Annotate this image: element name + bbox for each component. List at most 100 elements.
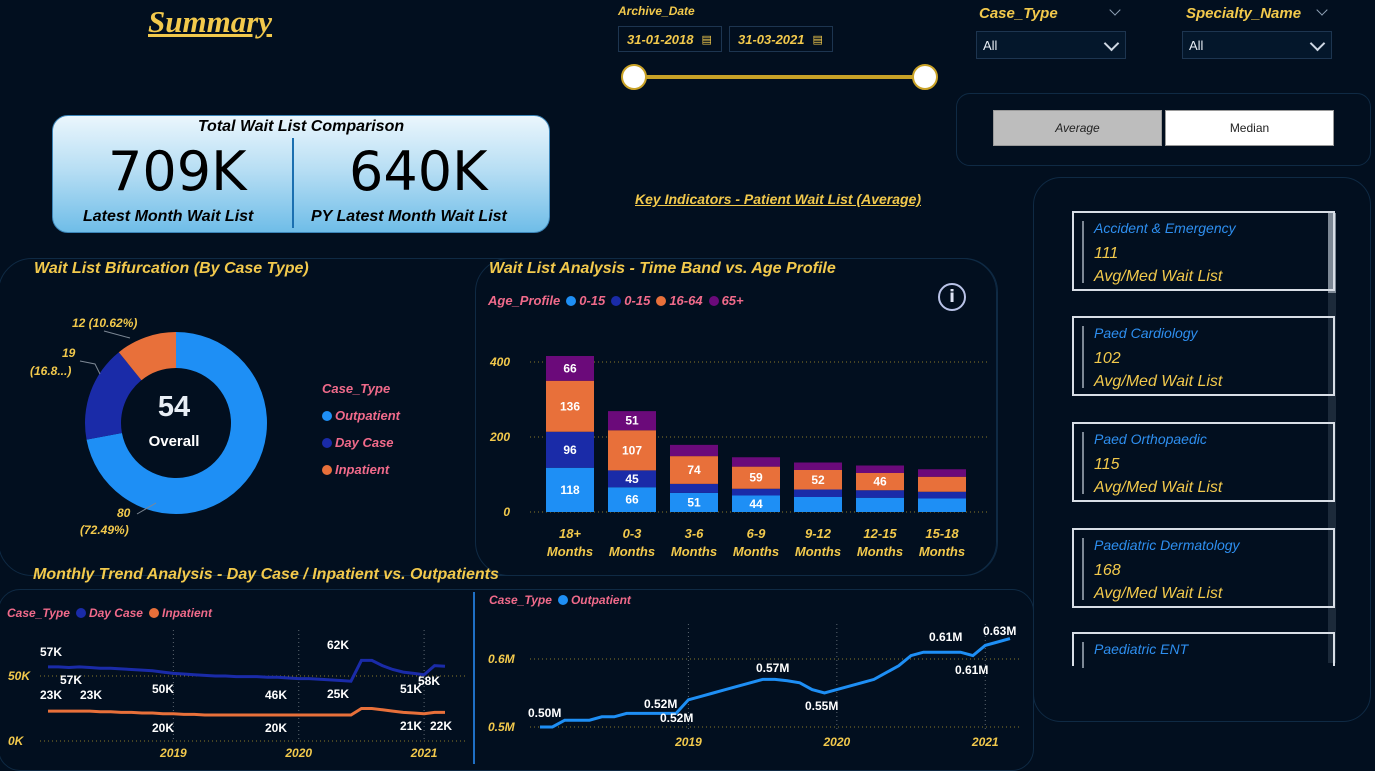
trend-point-label: 20K	[265, 721, 287, 735]
legend-dot	[557, 595, 568, 605]
bar-chart-legend: Age_Profile 0-15 0-15 16-64 65+	[488, 293, 744, 308]
donut-legend-title: Case_Type	[322, 381, 391, 396]
bar-data-label: 118	[560, 483, 580, 497]
bar-segment[interactable]	[794, 497, 842, 512]
specialty-card: Paed Orthopaedic 115 Avg/Med Wait List	[1072, 422, 1335, 502]
calendar-icon[interactable]: ▤	[813, 33, 823, 46]
specialty-value: 111	[1094, 245, 1119, 262]
archive-end-date-field[interactable]: 31-03-2021 ▤	[729, 26, 833, 52]
bar-segment[interactable]	[732, 488, 780, 496]
calendar-icon[interactable]: ▤	[702, 33, 712, 46]
x-tick-label: 0-3	[623, 526, 643, 541]
bar-segment[interactable]	[856, 465, 904, 474]
specialty-value-label: Avg/Med Wait List	[1094, 585, 1223, 602]
bar-segment[interactable]	[794, 489, 842, 498]
bar-segment[interactable]	[918, 498, 966, 513]
bar-segment[interactable]	[670, 483, 718, 493]
bar-segment[interactable]	[670, 444, 718, 457]
bar-legend-label[interactable]: 0-15	[579, 293, 605, 308]
key-indicators-title: Key Indicators - Patient Wait List (Aver…	[635, 191, 922, 207]
trend-point-label: 57K	[40, 645, 62, 659]
left-legend-label[interactable]: Day Case	[89, 606, 143, 620]
donut-center-label: Overall	[149, 433, 200, 450]
bar-legend-title: Age_Profile	[488, 293, 561, 308]
specialty-value: 115	[1094, 456, 1120, 473]
bar-data-label: 66	[625, 493, 639, 507]
trend-point-label: 0.52M	[660, 711, 693, 725]
donut-legend-item[interactable]: Outpatient	[322, 402, 400, 429]
latest-month-value: 709K	[108, 140, 247, 203]
bar-segment[interactable]	[732, 457, 780, 467]
specialty-dropdown[interactable]: All	[1182, 31, 1332, 59]
specialty-name: Accident & Emergency	[1094, 220, 1236, 236]
bar-segment[interactable]	[856, 497, 904, 512]
inpatient-slice-label: 12 (10.62%)	[72, 316, 137, 330]
py-latest-month-value: 640K	[349, 140, 488, 203]
chevron-down-icon[interactable]	[1109, 4, 1121, 16]
x-tick-label: 3-6	[685, 526, 705, 541]
legend-dot	[75, 608, 86, 618]
specialty-name: Paediatric Dermatology	[1094, 537, 1240, 553]
kpi-title: Total Wait List Comparison	[197, 118, 405, 135]
right-legend-title: Case_Type	[489, 593, 552, 607]
bar-segment[interactable]	[918, 491, 966, 499]
bar-segment[interactable]	[918, 476, 966, 492]
legend-dot	[148, 608, 159, 618]
card-accent-bar	[1082, 642, 1084, 668]
outpatient-legend: Case_Type Outpatient	[489, 593, 631, 607]
kpi-divider	[292, 138, 294, 228]
date-range-slider-track[interactable]	[634, 75, 926, 79]
x-tick-label: 2021	[971, 735, 999, 749]
trend-point-label: 22K	[430, 719, 452, 733]
donut-legend-item[interactable]: Day Case	[322, 429, 400, 456]
specialty-name: Paed Orthopaedic	[1094, 431, 1207, 447]
case-type-slicer-label: Case_Type	[979, 5, 1058, 22]
average-button[interactable]: Average	[993, 110, 1162, 146]
bar-legend-label[interactable]: 65+	[722, 293, 744, 308]
chevron-down-icon[interactable]	[1309, 35, 1326, 52]
archive-start-date-field[interactable]: 31-01-2018 ▤	[618, 26, 722, 52]
card-accent-bar	[1082, 432, 1084, 494]
trend-line-inpatient[interactable]	[48, 707, 445, 717]
legend-dot	[611, 296, 622, 306]
card-accent-bar	[1082, 326, 1084, 388]
bar-data-label: 107	[622, 443, 642, 457]
x-tick-label: 15-18	[925, 526, 959, 541]
trend-point-label: 0.61M	[955, 663, 988, 677]
outpatient-line-chart: 0.5M 0.6M 2019 2020 2021 0.50M 0.52M0.52M 0.57M…	[488, 624, 1020, 749]
card-accent-bar	[1082, 538, 1084, 600]
left-legend-label[interactable]: Inpatient	[162, 606, 212, 620]
archive-date-label: Archive_Date	[618, 4, 695, 18]
chevron-down-icon[interactable]	[1316, 4, 1328, 16]
x-tick-label: Months	[671, 544, 717, 559]
bar-segment[interactable]	[794, 462, 842, 471]
case-type-dropdown[interactable]: All	[976, 31, 1126, 59]
bar-segment[interactable]	[918, 469, 966, 477]
donut-title: Wait List Bifurcation (By Case Type)	[34, 260, 309, 277]
trend-divider	[473, 592, 475, 764]
date-range-slider-start-handle[interactable]	[621, 64, 647, 90]
chevron-down-icon[interactable]	[1103, 35, 1120, 52]
y-tick-label: 0	[503, 505, 510, 519]
trend-line-day-case[interactable]	[48, 658, 446, 683]
trend-point-label: 21K	[400, 719, 422, 733]
donut-legend-item[interactable]: Inpatient	[322, 456, 400, 483]
x-tick-label: 18+	[559, 526, 581, 541]
trend-point-label: 0.55M	[805, 699, 838, 713]
x-tick-label: Months	[795, 544, 841, 559]
trend-point-label: 25K	[327, 687, 349, 701]
specialty-value-label: Avg/Med Wait List	[1094, 268, 1223, 285]
x-tick-label: Months	[733, 544, 779, 559]
right-legend-label[interactable]: Outpatient	[571, 593, 631, 607]
trend-line-outpatient[interactable]	[540, 637, 1011, 729]
legend-dot	[566, 296, 577, 306]
bar-legend-label[interactable]: 0-15	[624, 293, 650, 308]
trend-point-label: 0.50M	[528, 706, 561, 720]
info-circle-icon[interactable]: i	[938, 283, 966, 311]
date-range-slider-end-handle[interactable]	[912, 64, 938, 90]
median-button[interactable]: Median	[1165, 110, 1334, 146]
bar-segment[interactable]	[856, 490, 904, 498]
bar-legend-label[interactable]: 16-64	[669, 293, 702, 308]
trend-point-label: 0.63M	[983, 624, 1016, 638]
legend-dot	[656, 296, 667, 306]
